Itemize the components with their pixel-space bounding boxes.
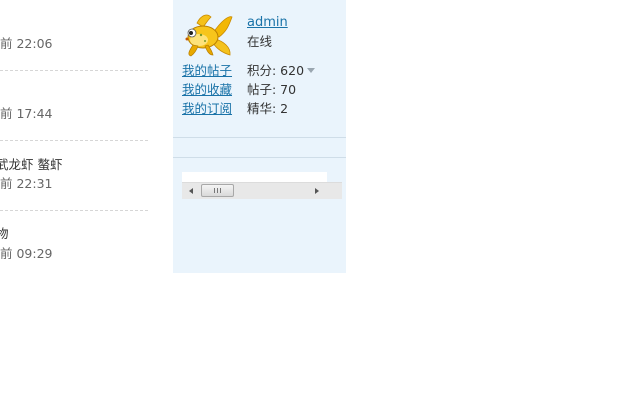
divider [173, 157, 346, 158]
post-time: 前 22:06 [0, 36, 53, 51]
post-list: 前 22:06 前 17:44 武龙虾 螯虾 前 22:31 物 前 09:29 [0, 0, 148, 280]
divider [173, 137, 346, 138]
scroll-left-icon[interactable] [189, 188, 193, 194]
goldfish-avatar-icon[interactable] [183, 13, 233, 57]
points-label: 积分: 620 [247, 63, 305, 78]
grip-icon [214, 188, 221, 193]
post-title[interactable]: 武龙虾 螯虾 [0, 157, 62, 173]
username-link[interactable]: admin [247, 15, 288, 31]
page: 前 22:06 前 17:44 武龙虾 螯虾 前 22:31 物 前 09:29 [0, 0, 640, 400]
post-title[interactable]: 物 [0, 226, 9, 242]
scroll-content-area [182, 172, 327, 182]
points-stat: 积分: 620 [247, 63, 316, 79]
post-time: 前 17:44 [0, 106, 53, 121]
my-subscriptions-link[interactable]: 我的订阅 [182, 101, 232, 117]
post-time: 前 22:31 [0, 176, 53, 191]
divider [0, 140, 148, 141]
scroll-right-icon[interactable] [315, 188, 319, 194]
my-favorites-link[interactable]: 我的收藏 [182, 82, 232, 98]
list-item[interactable]: 物 前 09:29 [0, 0, 148, 261]
horizontal-scrollbar[interactable] [182, 182, 342, 199]
divider [0, 210, 148, 211]
posts-stat: 帖子: 70 [247, 82, 297, 97]
scrollbar-thumb[interactable] [201, 184, 234, 197]
divider [0, 70, 148, 71]
post-time: 前 09:29 [0, 246, 53, 261]
digest-stat: 精华: 2 [247, 101, 289, 116]
online-status: 在线 [247, 34, 273, 49]
user-panel: admin 在线 我的帖子 我的收藏 我的订阅 积分: 620 帖子: 70 精… [173, 0, 346, 273]
chevron-down-icon[interactable] [307, 68, 316, 73]
my-posts-link[interactable]: 我的帖子 [182, 63, 232, 79]
